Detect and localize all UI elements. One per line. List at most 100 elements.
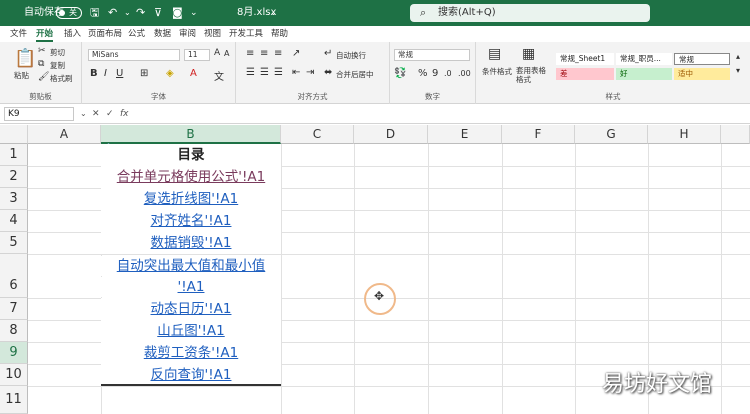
column-header-e[interactable]: E [428,125,502,144]
cell-b4-link[interactable]: 对齐姓名'!A1 [101,210,281,232]
column-header-g[interactable]: G [575,125,648,144]
insert-function-button[interactable]: fx [120,107,129,121]
search-box[interactable]: ⌕ 搜索(Alt+Q) [410,4,650,22]
cell-b7-link[interactable]: 动态日历'!A1 [101,298,281,320]
font-color-icon[interactable]: A [190,68,197,79]
row-header-8[interactable]: 8 [0,320,28,342]
bold-icon[interactable]: B [90,68,98,79]
decrease-decimal-icon[interactable]: .00 [458,69,471,78]
fill-color-icon[interactable]: ◈ [166,68,174,79]
merge-center-icon[interactable]: ⬌ [324,67,332,78]
row-header-5[interactable]: 5 [0,232,28,254]
currency-icon[interactable]: 💱 [394,68,406,79]
tab-file[interactable]: 文件 [10,28,27,42]
style-neutral[interactable]: 适中 [674,68,730,80]
wrap-text-button[interactable]: 自动换行 [336,50,366,61]
format-as-table-button[interactable]: 套用表格格式 [516,66,550,84]
underline-icon[interactable]: U [116,68,123,79]
row-header-7[interactable]: 7 [0,298,28,320]
tab-home[interactable]: 开始 [36,28,54,42]
filename-chevron-icon[interactable]: ⌄ [270,0,277,26]
paste-icon[interactable]: 📋 [14,48,36,69]
name-box[interactable]: K9 [4,107,74,121]
copy-icon[interactable]: ⧉ [38,59,44,69]
phonetic-icon[interactable]: 文 [214,68,224,83]
customize-qat-icon[interactable]: ⌄ [190,0,198,26]
cell-b8-link[interactable]: 山丘图'!A1 [101,320,281,342]
merge-center-button[interactable]: 合并后居中 [336,69,374,80]
row-header-3[interactable]: 3 [0,188,28,210]
column-header-d[interactable]: D [354,125,428,144]
style-good[interactable]: 好 [616,68,672,80]
shrink-font-icon[interactable]: A [224,49,229,58]
cell-b2-link[interactable]: 合并单元格使用公式'!A1 [101,166,281,188]
row-header-1[interactable]: 1 [0,144,28,166]
percent-icon[interactable]: % [418,68,428,79]
align-top-icon[interactable]: ≡ [246,48,254,59]
row-header-2[interactable]: 2 [0,166,28,188]
column-header-f[interactable]: F [502,125,575,144]
increase-indent-icon[interactable]: ⇥ [306,67,314,78]
cell-b1-title[interactable]: 目录 [101,144,281,166]
select-all-corner[interactable] [0,125,28,144]
increase-decimal-icon[interactable]: .0 [444,69,452,78]
font-name-select[interactable]: MiSans [88,49,180,61]
format-as-table-icon[interactable]: ▦ [522,46,535,62]
redo-icon[interactable]: ↷ [136,0,145,26]
format-painter-button[interactable]: 格式刷 [50,73,73,84]
styles-scroll-up-icon[interactable]: ▴ [736,52,740,61]
cancel-icon[interactable]: ✕ [92,107,100,121]
decrease-indent-icon[interactable]: ⇤ [292,67,300,78]
comma-icon[interactable]: 9 [432,68,438,79]
undo-dropdown-icon[interactable]: ⌄ [124,0,131,26]
tab-view[interactable]: 视图 [204,28,221,42]
paste-button[interactable]: 粘贴 [14,70,29,81]
camera-icon[interactable]: ◙ [172,0,183,26]
cell-b3-link[interactable]: 复选折线图'!A1 [101,188,281,210]
borders-icon[interactable]: ⊞ [140,68,148,79]
font-size-select[interactable]: 11 [184,49,210,61]
undo-icon[interactable]: ↶ [108,0,117,26]
column-header-h[interactable]: H [648,125,721,144]
number-format-select[interactable]: 常规 [394,49,470,61]
align-left-icon[interactable]: ☰ [246,67,255,78]
conditional-formatting-button[interactable]: 条件格式 [482,66,512,77]
tab-formulas[interactable]: 公式 [128,28,145,42]
row-header-6[interactable]: 6 [0,254,28,298]
tab-review[interactable]: 审阅 [179,28,196,42]
style-normal[interactable]: 常规 [674,53,730,65]
wrap-text-icon[interactable]: ↵ [324,48,332,59]
italic-icon[interactable]: I [104,68,107,79]
format-painter-icon[interactable]: 🖌 [38,72,49,82]
autosave-toggle[interactable]: 关 [56,7,82,19]
conditional-formatting-icon[interactable]: ▤ [488,46,501,62]
filter-icon[interactable]: ⊽ [154,0,162,26]
orientation-icon[interactable]: ↗ [292,48,300,59]
cell-b5-link[interactable]: 数据销毁'!A1 [101,232,281,254]
tab-data[interactable]: 数据 [154,28,171,42]
column-header-a[interactable]: A [28,125,101,144]
tab-help[interactable]: 帮助 [271,28,288,42]
grow-font-icon[interactable]: A [214,48,220,58]
save-icon[interactable]: 🖫 [90,0,99,26]
align-bottom-icon[interactable]: ≡ [274,48,282,59]
cell-b9-link[interactable]: 裁剪工资条'!A1 [101,342,281,364]
copy-button[interactable]: 复制 [50,60,65,71]
align-right-icon[interactable]: ☰ [274,67,283,78]
cut-button[interactable]: 剪切 [50,47,65,58]
tab-page-layout[interactable]: 页面布局 [88,28,122,42]
align-center-icon[interactable]: ☰ [260,67,269,78]
style-bad[interactable]: 差 [556,68,614,80]
row-header-10[interactable]: 10 [0,364,28,386]
enter-icon[interactable]: ✓ [106,107,114,121]
tab-developer[interactable]: 开发工具 [229,28,263,42]
style-normal-staff[interactable]: 常规_职员... [616,53,672,65]
style-normal-sheet1[interactable]: 常规_Sheet1 [556,53,614,65]
cut-icon[interactable]: ✂ [38,46,46,56]
column-header-c[interactable]: C [281,125,354,144]
cell-b6-link-line2[interactable]: '!A1 [101,277,281,297]
row-header-4[interactable]: 4 [0,210,28,232]
name-box-chevron-icon[interactable]: ⌄ [80,107,87,121]
cell-b6-link-line1[interactable]: 自动突出最大值和最小值 [101,256,281,276]
styles-scroll-down-icon[interactable]: ▾ [736,66,740,75]
